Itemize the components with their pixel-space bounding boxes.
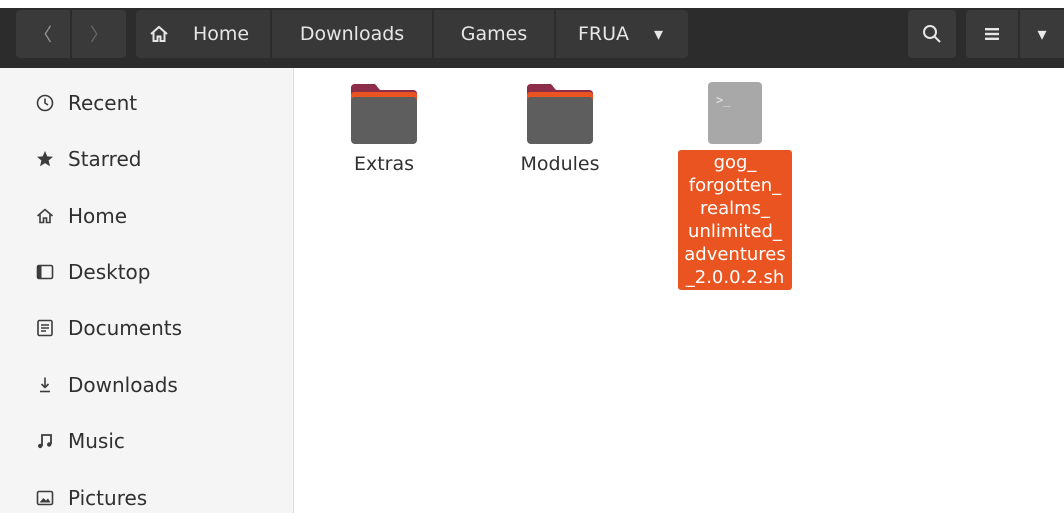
- star-icon: [34, 148, 56, 170]
- breadcrumb-frua[interactable]: FRUA ▾: [556, 10, 688, 58]
- file-name: Extras: [353, 153, 415, 175]
- folder-icon: [525, 82, 595, 146]
- desktop-icon: [34, 261, 56, 283]
- documents-icon: [34, 317, 56, 339]
- breadcrumb-label: FRUA: [578, 23, 630, 45]
- sidebar-item-label: Pictures: [68, 486, 148, 510]
- view-options-button[interactable]: ▾: [1020, 10, 1064, 58]
- breadcrumb-home-label: Home: [193, 23, 250, 45]
- breadcrumb-label: Downloads: [299, 23, 405, 45]
- view-toggle-button[interactable]: [966, 10, 1018, 58]
- file-name: Modules: [520, 153, 600, 175]
- sidebar-item-label: Starred: [68, 147, 142, 171]
- breadcrumb-home[interactable]: Home: [136, 10, 270, 58]
- file-view: Extras Modules >_ gog_ forgotten_ realms…: [294, 68, 1064, 513]
- script-file-item[interactable]: >_ gog_ forgotten_ realms_ unlimited_ ad…: [674, 80, 796, 290]
- breadcrumb-downloads[interactable]: Downloads: [272, 10, 432, 58]
- sidebar: Recent Starred Home Desktop Documents Do…: [0, 68, 294, 513]
- pictures-icon: [34, 487, 56, 509]
- home-icon: [34, 205, 56, 227]
- header-bar: 〈 〉 Home Downloads Games FRUA ▾ ▾: [0, 8, 1064, 68]
- sidebar-item-label: Downloads: [68, 373, 178, 397]
- sidebar-item-pictures[interactable]: Pictures: [0, 478, 293, 518]
- chevron-right-icon: 〉: [90, 25, 108, 46]
- folder-item[interactable]: Modules: [510, 82, 610, 176]
- sidebar-item-label: Desktop: [68, 260, 151, 284]
- music-icon: [34, 430, 56, 452]
- sidebar-item-downloads[interactable]: Downloads: [0, 365, 293, 405]
- search-icon: [921, 23, 943, 45]
- sidebar-item-label: Music: [68, 429, 125, 453]
- clock-icon: [34, 92, 56, 114]
- sidebar-item-home[interactable]: Home: [0, 196, 293, 236]
- folder-item[interactable]: Extras: [334, 82, 434, 176]
- sidebar-item-documents[interactable]: Documents: [0, 308, 293, 348]
- download-icon: [34, 374, 56, 396]
- sidebar-item-starred[interactable]: Starred: [0, 139, 293, 179]
- chevron-down-icon: ▾: [1037, 23, 1047, 45]
- terminal-script-icon: >_: [706, 80, 764, 146]
- search-button[interactable]: [908, 10, 956, 58]
- breadcrumb-games[interactable]: Games: [434, 10, 554, 58]
- sidebar-item-label: Recent: [68, 91, 138, 115]
- chevron-down-icon: ▾: [654, 23, 664, 45]
- sidebar-item-desktop[interactable]: Desktop: [0, 252, 293, 292]
- chevron-left-icon: 〈: [34, 25, 52, 46]
- sidebar-item-recent[interactable]: Recent: [0, 83, 293, 123]
- back-button[interactable]: 〈: [16, 10, 70, 58]
- list-view-icon: [982, 24, 1002, 44]
- sidebar-item-music[interactable]: Music: [0, 421, 293, 461]
- file-name-selected: gog_ forgotten_ realms_ unlimited_ adven…: [678, 150, 792, 290]
- svg-text:>_: >_: [716, 93, 731, 107]
- breadcrumb-label: Games: [460, 23, 528, 45]
- window-top-strip: [0, 0, 1064, 8]
- folder-icon: [349, 82, 419, 146]
- forward-button[interactable]: 〉: [72, 10, 126, 58]
- sidebar-item-label: Documents: [68, 316, 183, 340]
- home-icon: [148, 23, 170, 45]
- sidebar-item-label: Home: [68, 204, 128, 228]
